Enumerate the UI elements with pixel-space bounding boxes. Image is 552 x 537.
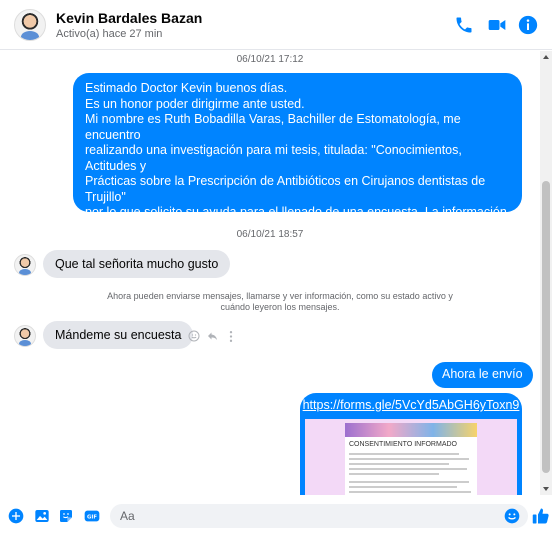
- preview-title: CONSENTIMIENTO INFORMADO: [349, 441, 457, 448]
- svg-text:GIF: GIF: [87, 514, 97, 520]
- message-list[interactable]: 06/10/21 17:12 Estimado Doctor Kevin bue…: [0, 51, 540, 495]
- contact-avatar[interactable]: [14, 9, 46, 41]
- message-input-placeholder: Aa: [120, 509, 135, 523]
- message-line: Prácticas sobre la Prescripción de Antib…: [85, 174, 486, 204]
- more-icon[interactable]: [228, 330, 234, 343]
- outgoing-message[interactable]: Estimado Doctor Kevin buenos días. Es un…: [73, 73, 522, 266]
- contact-avatar-small[interactable]: [14, 325, 36, 347]
- image-icon[interactable]: [34, 508, 50, 524]
- preview-text-line: [349, 473, 439, 475]
- emoji-icon[interactable]: [504, 508, 520, 524]
- add-icon[interactable]: [8, 508, 24, 524]
- notice-line: cuándo leyeron los mensajes.: [220, 302, 340, 312]
- message-line: Mi nombre es Ruth Bobadilla Varas, Bachi…: [85, 112, 461, 142]
- link-preview-image[interactable]: CONSENTIMIENTO INFORMADO: [305, 419, 517, 495]
- preview-text-line: [349, 481, 469, 483]
- like-icon[interactable]: [532, 507, 550, 525]
- outgoing-message[interactable]: Ahora le envío: [432, 362, 533, 388]
- message-line: Es un honor poder dirigirme ante usted.: [85, 96, 305, 111]
- preview-text-line: [349, 486, 457, 488]
- preview-banner: [345, 423, 477, 437]
- message-line: por lo que solicito su ayuda para el lle…: [85, 205, 507, 219]
- scroll-up-icon[interactable]: [543, 55, 549, 59]
- notice-line: Ahora pueden enviarse mensajes, llamarse…: [107, 291, 453, 301]
- video-icon[interactable]: [487, 15, 507, 35]
- timestamp: 06/10/21 17:12: [236, 54, 304, 65]
- phone-icon[interactable]: [454, 15, 474, 35]
- notice-text: Ahora pueden enviarse mensajes, llamarse…: [80, 291, 480, 313]
- conversation-header: Kevin Bardales Bazan Activo(a) hace 27 m…: [0, 0, 552, 50]
- incoming-message[interactable]: Mándeme su encuesta: [43, 321, 194, 349]
- message-line: realizando una investigación para mi tes…: [85, 143, 462, 173]
- link-message[interactable]: https://forms.gle/5VcYd5AbGH6yToxn9 CONS…: [300, 393, 522, 495]
- scroll-down-icon[interactable]: [543, 487, 549, 491]
- preview-text-line: [349, 463, 449, 465]
- preview-text-line: [349, 468, 467, 470]
- preview-text-line: [349, 458, 469, 460]
- gif-icon[interactable]: GIF: [84, 508, 100, 524]
- scrollbar[interactable]: [540, 51, 552, 495]
- sticker-icon[interactable]: [58, 508, 74, 524]
- contact-name[interactable]: Kevin Bardales Bazan: [56, 10, 202, 26]
- info-icon[interactable]: [518, 15, 538, 35]
- message-input[interactable]: Aa: [110, 504, 528, 528]
- contact-avatar-small[interactable]: [14, 254, 36, 276]
- message-line: Estimado Doctor Kevin buenos días.: [85, 81, 288, 95]
- timestamp: 06/10/21 18:57: [236, 229, 304, 240]
- contact-status: Activo(a) hace 27 min: [56, 28, 163, 40]
- form-preview: CONSENTIMIENTO INFORMADO: [345, 423, 477, 495]
- react-icon[interactable]: [188, 330, 200, 342]
- preview-text-line: [349, 453, 459, 455]
- preview-text-line: [349, 491, 471, 493]
- scroll-thumb[interactable]: [542, 181, 550, 473]
- composer: GIF Aa: [0, 495, 552, 537]
- incoming-message[interactable]: Que tal señorita mucho gusto: [43, 250, 231, 278]
- message-link[interactable]: https://forms.gle/5VcYd5AbGH6yToxn9: [300, 398, 522, 412]
- reply-icon[interactable]: [206, 330, 219, 342]
